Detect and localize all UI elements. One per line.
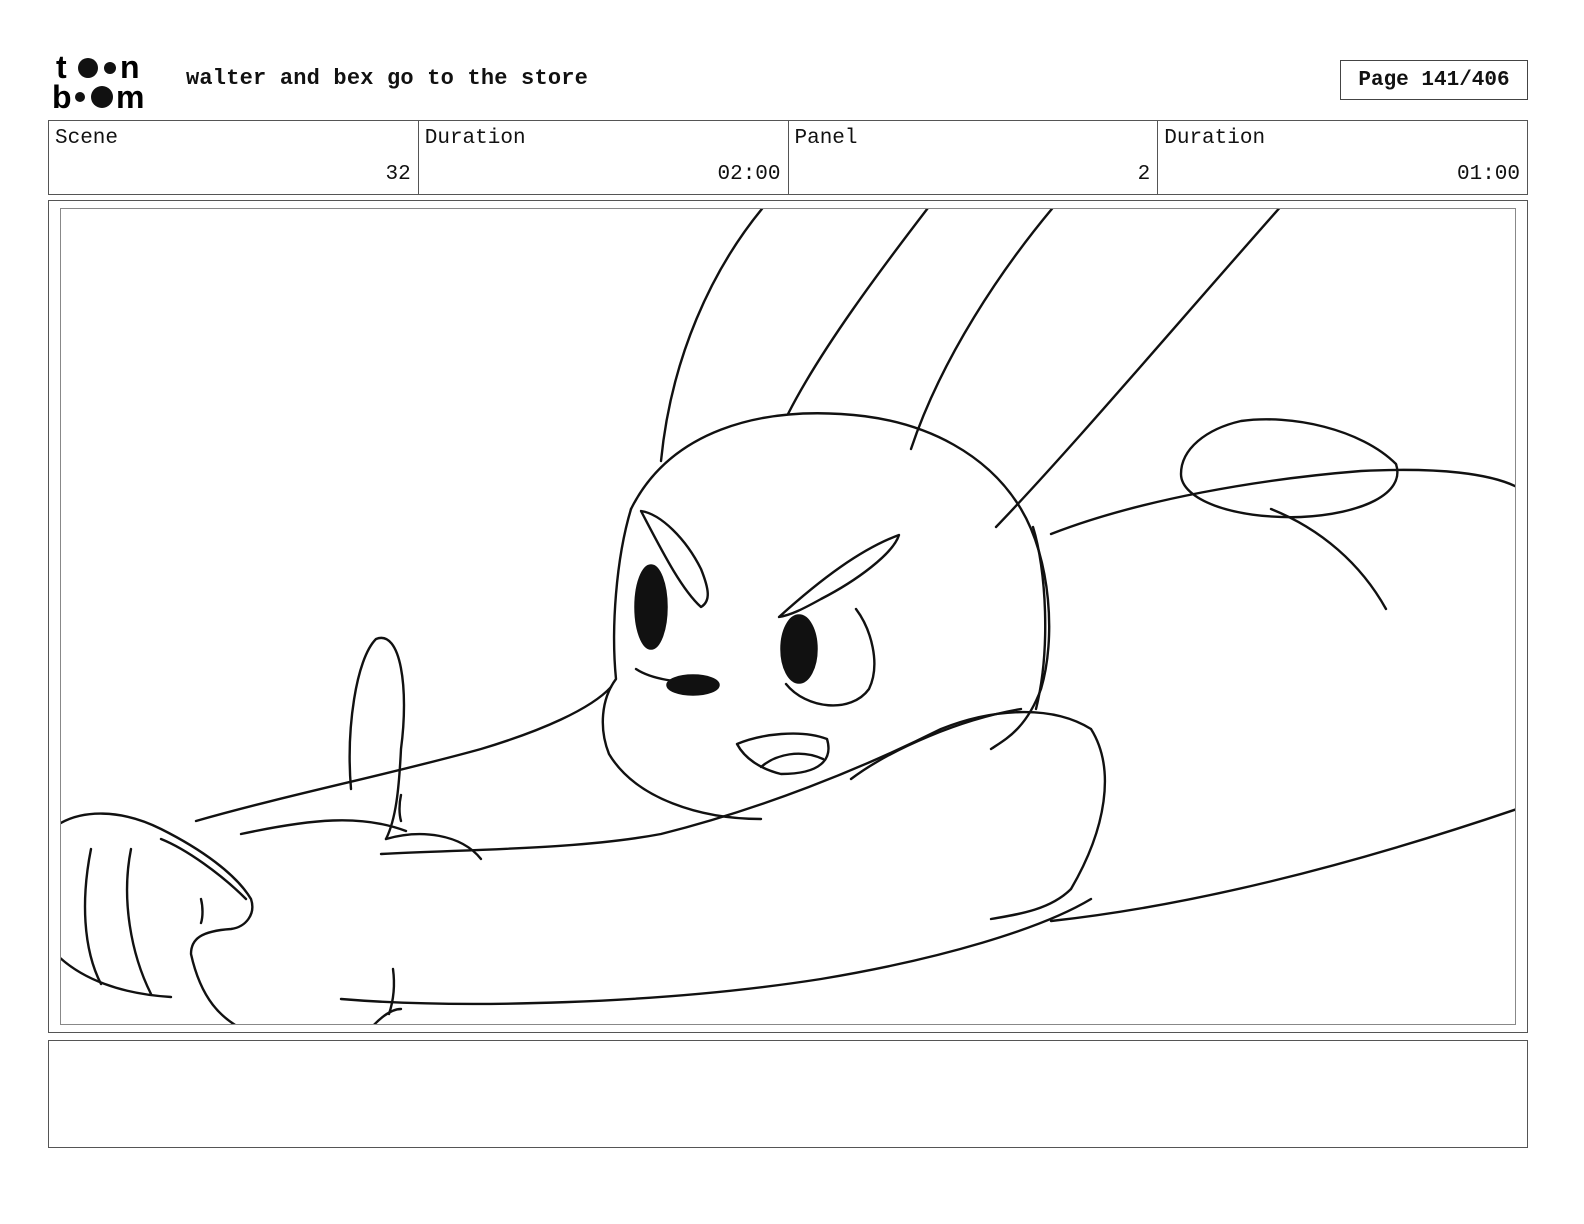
character-sketch xyxy=(61,209,1515,1024)
svg-text:b: b xyxy=(52,79,72,112)
panel-duration-label: Duration xyxy=(1164,127,1266,150)
storyboard-drawing-area xyxy=(60,208,1516,1025)
svg-text:m: m xyxy=(116,79,144,112)
page-indicator: Page 141/406 xyxy=(1340,60,1528,100)
panel-duration-cell: Duration 01:00 xyxy=(1158,121,1527,194)
panel-label: Panel xyxy=(794,127,858,150)
toon-boom-logo: t n b m xyxy=(52,50,144,112)
panel-info-row: Scene 32 Duration 02:00 Panel 2 Duration… xyxy=(48,120,1528,195)
storyboard-panel-frame xyxy=(48,200,1528,1033)
scene-duration-value: 02:00 xyxy=(717,163,781,186)
scene-label: Scene xyxy=(55,127,119,150)
panel-value: 2 xyxy=(1137,163,1151,186)
panel-duration-value: 01:00 xyxy=(1456,163,1520,186)
panel-notes-area xyxy=(48,1040,1528,1148)
panel-cell: Panel 2 xyxy=(789,121,1159,194)
scene-duration-cell: Duration 02:00 xyxy=(419,121,789,194)
storyboard-title: walter and bex go to the store xyxy=(186,66,589,91)
scene-duration-label: Duration xyxy=(424,127,526,150)
scene-cell: Scene 32 xyxy=(49,121,419,194)
scene-value: 32 xyxy=(385,163,411,186)
